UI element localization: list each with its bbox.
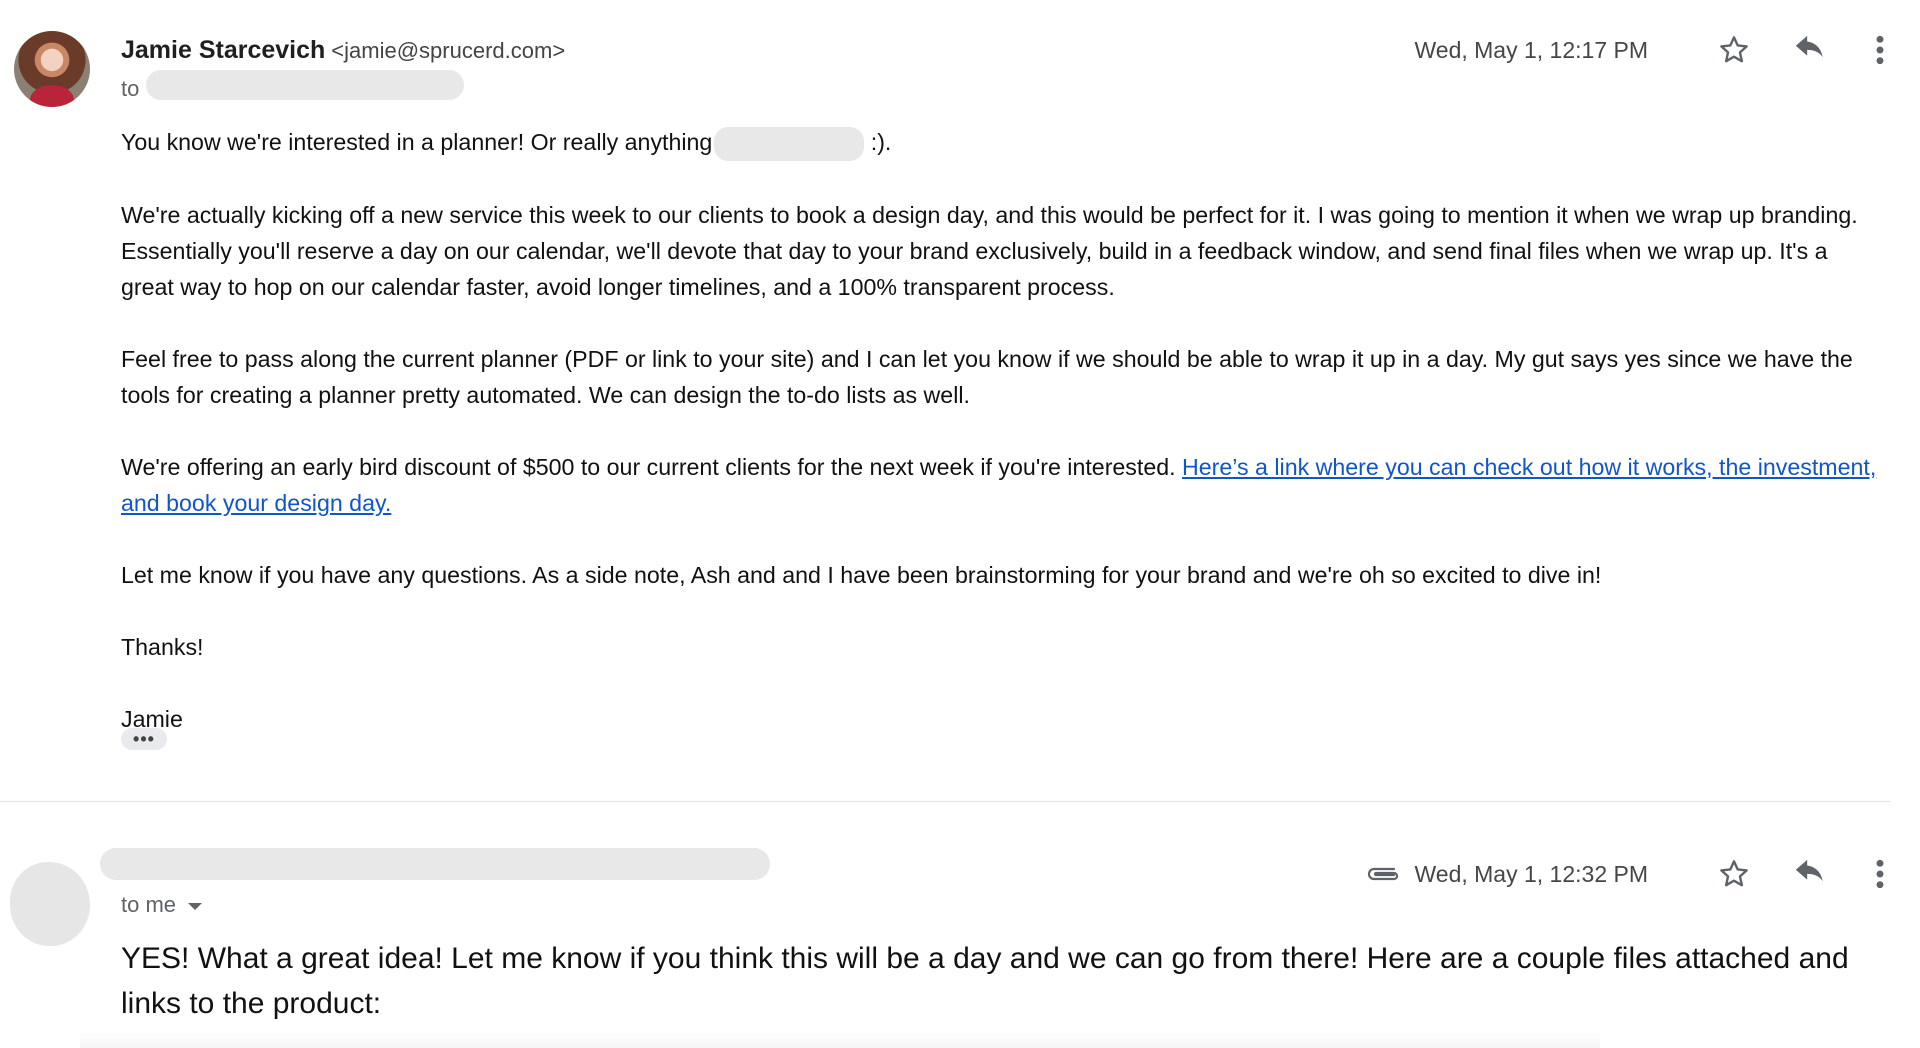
body-paragraph-3: Feel free to pass along the current plan… <box>121 345 1853 408</box>
message-1-actions: Wed, May 1, 12:17 PM <box>1414 30 1900 70</box>
body-text-p1-end: :). <box>864 129 892 155</box>
show-trimmed-content-button[interactable]: ••• <box>121 728 167 750</box>
email-message-2: Wed, May 1, 12:32 PM to me YES! What a g… <box>0 808 1900 1048</box>
reply-icon <box>1795 35 1823 58</box>
sender-avatar-redacted[interactable] <box>10 862 90 946</box>
redacted-recipient <box>146 70 464 100</box>
to-label: to <box>121 76 140 101</box>
star-button[interactable] <box>1714 854 1754 894</box>
reply-button[interactable] <box>1790 854 1830 894</box>
message-date[interactable]: Wed, May 1, 12:32 PM <box>1414 861 1648 888</box>
message-divider <box>0 801 1890 802</box>
more-vert-icon <box>1876 859 1884 889</box>
star-button[interactable] <box>1714 30 1754 70</box>
sender-line: Jamie Starcevich <jamie@sprucerd.com> <box>121 36 565 65</box>
more-vert-icon <box>1876 35 1884 65</box>
attachment-icon <box>1368 867 1399 881</box>
redacted-text <box>714 126 865 161</box>
recipient-line[interactable]: to <box>121 76 139 102</box>
to-me-label: to me <box>121 892 177 917</box>
caret-down-icon <box>188 902 203 910</box>
recipient-dropdown[interactable]: to me <box>121 892 203 918</box>
body-paragraph-4: We're offering an early bird discount of… <box>121 449 1881 521</box>
body-paragraph-2: We're actually kicking off a new service… <box>121 201 1858 300</box>
attachment-indicator <box>1364 863 1402 885</box>
body-paragraph-5: Let me know if you have any questions. A… <box>121 561 1602 588</box>
body-text-p1: You know we're interested in a planner! … <box>121 129 713 155</box>
redacted-sender <box>100 848 770 880</box>
reply-button[interactable] <box>1790 30 1830 70</box>
sender-name[interactable]: Jamie Starcevich <box>121 36 325 64</box>
sender-email: <jamie@sprucerd.com> <box>331 38 566 63</box>
message-body: YES! What a great idea! Let me know if y… <box>121 942 1849 1020</box>
message-date[interactable]: Wed, May 1, 12:17 PM <box>1414 37 1648 64</box>
message-body: You know we're interested in a planner! … <box>121 124 1881 773</box>
reply-icon <box>1795 859 1823 882</box>
body-paragraph-1: You know we're interested in a planner! … <box>121 124 1881 161</box>
body-text-p4: We're offering an early bird discount of… <box>121 453 1183 480</box>
more-options-button[interactable] <box>1860 30 1900 70</box>
sender-avatar[interactable] <box>14 31 90 107</box>
signature: Jamie <box>121 705 183 732</box>
email-message-1: Jamie Starcevich <jamie@sprucerd.com> to … <box>0 0 1900 800</box>
star-icon <box>1720 36 1748 63</box>
message-2-actions: Wed, May 1, 12:32 PM <box>1364 854 1900 894</box>
more-options-button[interactable] <box>1860 854 1900 894</box>
star-icon <box>1720 860 1748 887</box>
scroll-shadow <box>80 1030 1600 1048</box>
signoff: Thanks! <box>121 633 204 660</box>
